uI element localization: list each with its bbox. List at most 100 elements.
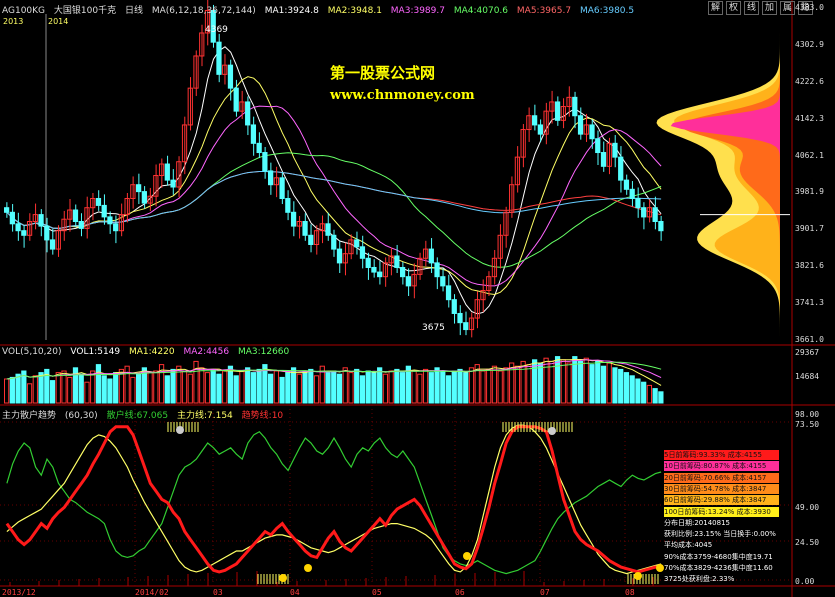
- indicator-tick-3: 24.50: [795, 538, 820, 547]
- candle-body: [233, 87, 239, 112]
- volume-bar: [90, 370, 96, 404]
- vol-axis-top: 29367: [795, 348, 820, 357]
- volume-bar: [560, 359, 566, 404]
- volume-bar: [101, 375, 107, 404]
- volume-bar: [147, 372, 153, 404]
- volume-bar: [107, 378, 113, 404]
- volume-bar: [589, 364, 595, 404]
- volume-bar: [526, 364, 532, 404]
- time-tick-0: 2013/12: [2, 588, 36, 597]
- candle-body: [268, 170, 274, 186]
- candle-body: [325, 223, 331, 236]
- candle-body: [371, 266, 377, 273]
- candle-body: [577, 115, 584, 135]
- price-tick-5: 3981.9: [795, 187, 824, 197]
- candle-body: [302, 221, 308, 236]
- volume-bar: [595, 360, 601, 404]
- candle-body: [428, 248, 434, 264]
- volume-bar: [84, 381, 90, 404]
- volume-bar: [285, 372, 291, 404]
- volume-bar: [4, 378, 10, 404]
- candle-body: [164, 163, 170, 181]
- candle-body: [377, 271, 383, 278]
- volume-bar: [497, 370, 503, 404]
- ma3-value: MA3:3989.7: [390, 6, 445, 16]
- candle-body: [554, 101, 561, 121]
- volume-bar: [216, 373, 222, 404]
- volume-bar: [49, 380, 56, 404]
- indicator-tick-4: 0.00: [795, 577, 815, 586]
- volume-bar: [606, 362, 612, 404]
- ma-params: MA(6,12,18,36,72,144): [151, 6, 256, 16]
- candle-body: [400, 266, 406, 278]
- volume-bar: [417, 373, 423, 404]
- sell-signal-icon: [548, 427, 556, 435]
- volume-bar: [428, 372, 434, 404]
- indicator-name[interactable]: 主力散户趋势: [2, 411, 56, 421]
- volume-bar: [612, 367, 618, 404]
- volume-bar: [204, 372, 211, 404]
- candle-body: [262, 152, 268, 172]
- buy-signal-icon: [634, 572, 642, 580]
- candle-body: [359, 246, 366, 259]
- time-tick-1: 2014/02: [135, 588, 169, 597]
- price-header: AG100KG 大国银100千克 日线 MA(6,12,18,36,72,144…: [2, 3, 640, 16]
- volume-bar: [124, 365, 130, 404]
- distribution-info-row-5: 3725处获利盘:2.33%: [664, 575, 735, 583]
- volume-bar: [371, 372, 377, 404]
- candle-body: [612, 142, 618, 158]
- volume-bar: [463, 372, 469, 404]
- volume-bar: [646, 384, 653, 404]
- volume-bar: [331, 370, 337, 404]
- period-label[interactable]: 日线: [125, 6, 143, 16]
- price-tick-2: 4222.6: [795, 76, 824, 86]
- distribution-info-row-2: 平均成本:4045: [664, 541, 713, 550]
- candle-body: [44, 225, 50, 241]
- vol-ma3: MA3:12660: [237, 347, 290, 357]
- volume-bar: [308, 368, 314, 404]
- volume-bar: [491, 365, 498, 404]
- main-line-value: 主力线:7.154: [176, 411, 233, 421]
- watermark-title: 第一股票公式网: [330, 64, 436, 82]
- candle-body: [285, 198, 291, 213]
- volume-bar: [239, 370, 245, 404]
- candle-body: [336, 248, 343, 264]
- candle-body: [434, 262, 440, 278]
- volume-bar: [600, 365, 607, 404]
- volume-bar: [296, 373, 302, 404]
- toolbar-button-3[interactable]: 加: [762, 1, 778, 15]
- toolbar-button-2[interactable]: 线: [744, 1, 760, 15]
- volume-bar: [273, 370, 279, 404]
- candle-body: [658, 221, 664, 232]
- volume-bar: [635, 378, 641, 404]
- volume-bar: [302, 370, 308, 404]
- candle-body: [445, 285, 452, 301]
- candle-body: [572, 96, 578, 117]
- candle-body: [49, 239, 56, 250]
- distribution-info-row-1: 获利比例:23.15% 当日换手:0.00%: [664, 530, 776, 539]
- volume-bar: [623, 372, 630, 404]
- candle-body: [595, 138, 601, 154]
- volume-bar: [503, 367, 509, 404]
- ma6-value: MA6:3980.5: [579, 6, 635, 16]
- volume-bar: [572, 356, 578, 404]
- volume-bar: [348, 372, 354, 404]
- toolbar-button-4[interactable]: 属: [780, 1, 796, 15]
- volume-bar: [388, 370, 394, 404]
- volume-bar: [78, 373, 84, 404]
- volume-bar: [193, 360, 199, 404]
- toolbar-button-1[interactable]: 权: [726, 1, 742, 15]
- volume-bar: [313, 375, 320, 404]
- candle-body: [216, 41, 222, 75]
- volume-bar: [514, 365, 521, 404]
- distribution-info-row-4: 70%成本3829-4236集中度11.60: [664, 563, 773, 572]
- toolbar-button-0[interactable]: 解: [708, 1, 724, 15]
- candle-body: [629, 188, 635, 200]
- candle-body: [532, 115, 538, 126]
- vol-params: VOL(5,10,20): [2, 347, 62, 357]
- candle-body: [308, 234, 314, 245]
- ma-line-2: [6, 76, 662, 296]
- volume-bar: [394, 368, 400, 404]
- volume-bar: [9, 376, 15, 404]
- candle-body: [107, 216, 113, 225]
